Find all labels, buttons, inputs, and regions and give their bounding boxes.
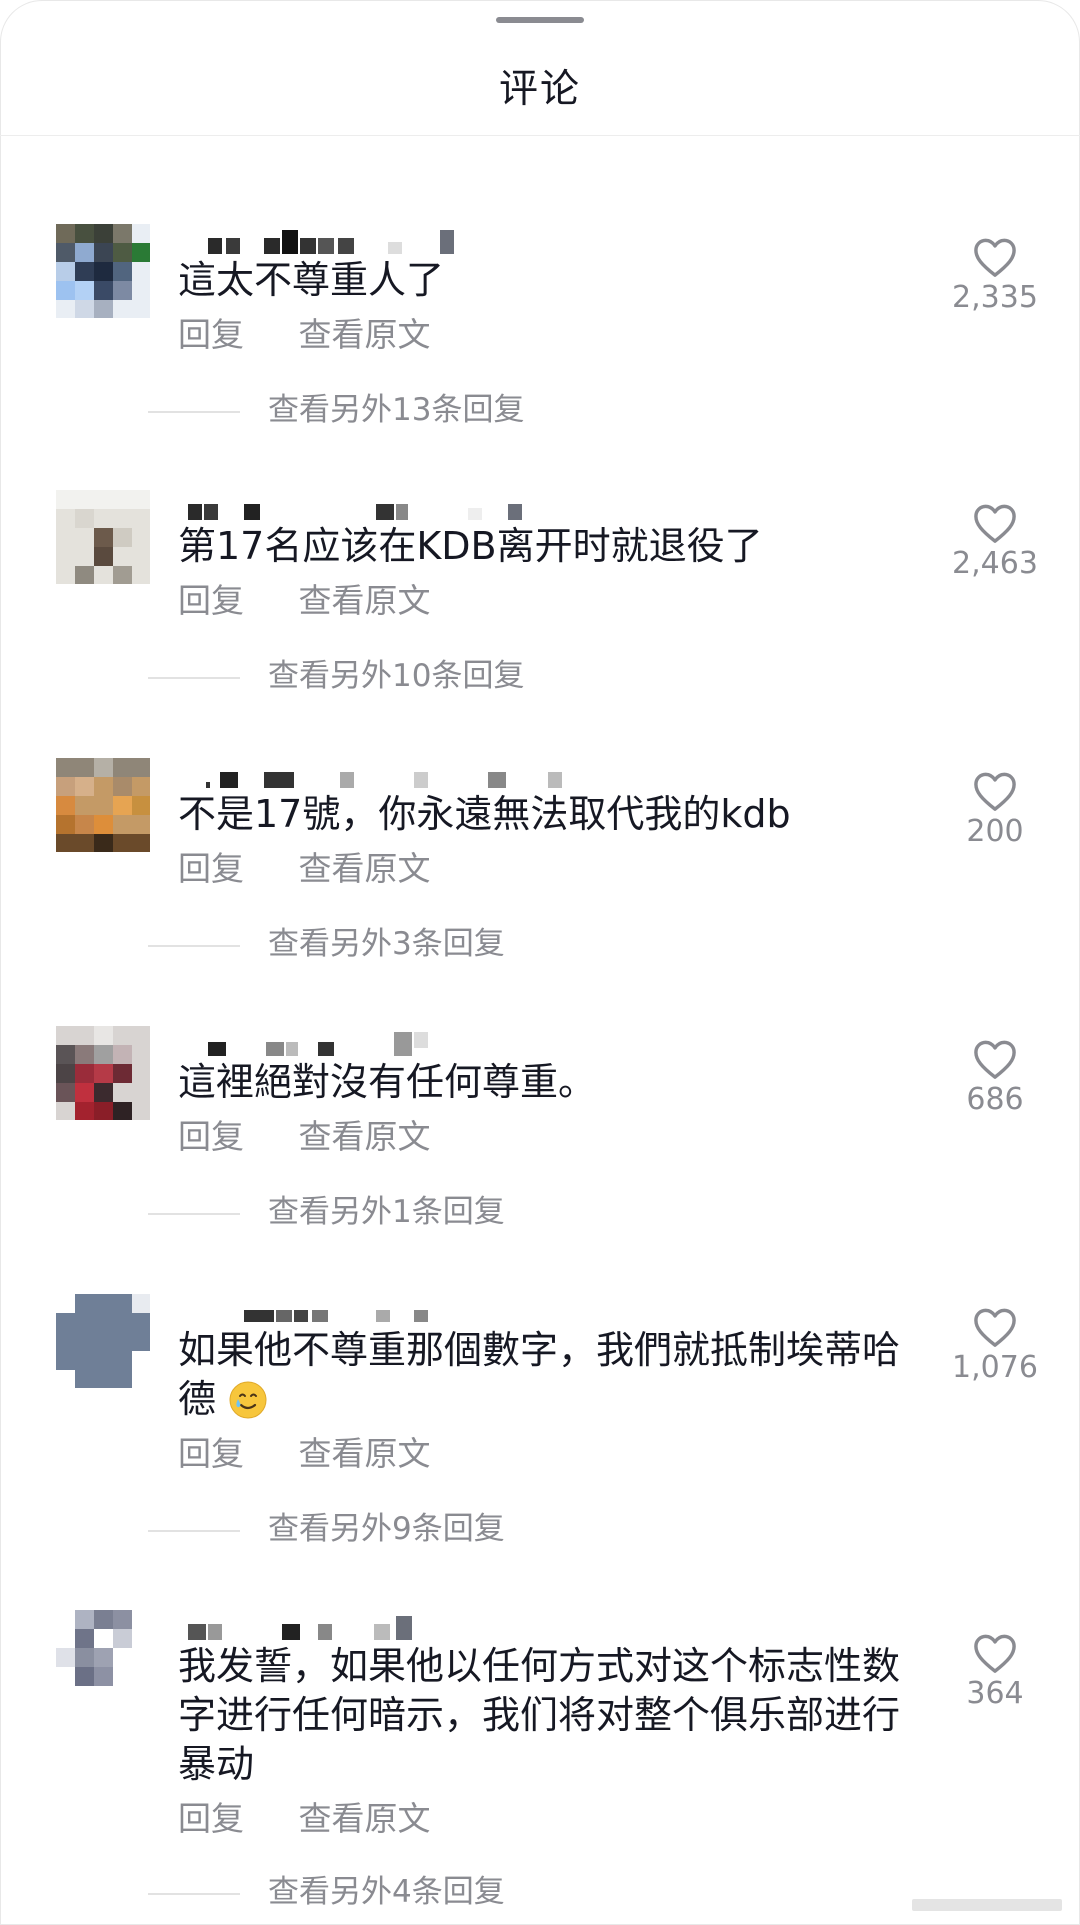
avatar[interactable] bbox=[56, 758, 150, 852]
like-button[interactable]: 2,463 bbox=[940, 502, 1050, 581]
avatar[interactable] bbox=[56, 1610, 150, 1704]
comment-text: 這太不尊重人了 bbox=[178, 258, 445, 302]
header-divider bbox=[0, 135, 1080, 136]
reply-button[interactable]: 回复 bbox=[178, 1110, 244, 1158]
view-original-button[interactable]: 查看原文 bbox=[299, 574, 431, 622]
view-more-replies-label: 查看另外13条回复 bbox=[268, 392, 525, 428]
view-more-replies-label: 查看另外3条回复 bbox=[268, 926, 505, 962]
comment-actions: 回复 查看原文 bbox=[178, 574, 475, 622]
reply-button[interactable]: 回复 bbox=[178, 308, 244, 356]
like-count: 686 bbox=[966, 1082, 1024, 1117]
avatar[interactable] bbox=[56, 490, 150, 584]
view-more-replies[interactable]: 查看另外1条回复 bbox=[148, 1186, 505, 1231]
replies-divider-line bbox=[148, 1529, 240, 1532]
view-original-button[interactable]: 查看原文 bbox=[299, 1427, 431, 1475]
comment-text: 我发誓，如果他以任何方式对这个标志性数字进行任何暗示，我们将对整个俱乐部进行暴动 bbox=[178, 1644, 901, 1786]
heart-outline-icon bbox=[974, 504, 1016, 543]
view-more-replies-label: 查看另外1条回复 bbox=[268, 1194, 505, 1230]
view-more-replies-label: 查看另外4条回复 bbox=[268, 1874, 505, 1910]
heart-outline-icon bbox=[974, 238, 1016, 277]
like-button[interactable]: 200 bbox=[940, 770, 1050, 849]
comment-text: 不是17號，你永遠無法取代我的kdb bbox=[178, 792, 791, 836]
heart-outline-icon bbox=[974, 1308, 1016, 1347]
reply-button[interactable]: 回复 bbox=[178, 574, 244, 622]
comment-actions: 回复 查看原文 bbox=[178, 1792, 475, 1840]
view-more-replies[interactable]: 查看另外10条回复 bbox=[148, 650, 524, 695]
replies-divider-line bbox=[148, 944, 240, 947]
replies-divider-line bbox=[148, 676, 240, 679]
like-count: 2,463 bbox=[952, 546, 1038, 581]
view-original-button[interactable]: 查看原文 bbox=[299, 1792, 431, 1840]
comment-actions: 回复 查看原文 bbox=[178, 308, 475, 356]
like-button[interactable]: 364 bbox=[940, 1632, 1050, 1711]
comment-actions: 回复 查看原文 bbox=[178, 1110, 475, 1158]
like-button[interactable]: 2,335 bbox=[940, 236, 1050, 315]
like-count: 2,335 bbox=[952, 280, 1038, 315]
watermark bbox=[912, 1899, 1062, 1911]
comment-text: 第17名应该在KDB离开时就退役了 bbox=[178, 524, 763, 568]
replies-divider-line bbox=[148, 1212, 240, 1215]
like-button[interactable]: 1,076 bbox=[940, 1306, 1050, 1385]
replies-divider-line bbox=[148, 410, 240, 413]
comment-actions: 回复 查看原文 bbox=[178, 1427, 475, 1475]
view-more-replies-label: 查看另外10条回复 bbox=[268, 658, 525, 694]
like-count: 364 bbox=[966, 1676, 1024, 1711]
comment-actions: 回复 查看原文 bbox=[178, 842, 475, 890]
view-original-button[interactable]: 查看原文 bbox=[299, 1110, 431, 1158]
view-more-replies-label: 查看另外9条回复 bbox=[268, 1511, 505, 1547]
comments-sheet: 评论 這太不尊重人了 回复 查看原文 查看另外13条回复 2,335 第17名应… bbox=[0, 0, 1080, 1925]
avatar[interactable] bbox=[56, 224, 150, 318]
view-more-replies[interactable]: 查看另外4条回复 bbox=[148, 1866, 505, 1911]
reply-button[interactable]: 回复 bbox=[178, 842, 244, 890]
heart-outline-icon bbox=[974, 1040, 1016, 1079]
comment-text-content: 如果他不尊重那個數字，我們就抵制埃蒂哈德 bbox=[178, 1328, 901, 1421]
view-more-replies[interactable]: 查看另外9条回复 bbox=[148, 1503, 505, 1548]
heart-outline-icon bbox=[974, 1634, 1016, 1673]
replies-divider-line bbox=[148, 1892, 240, 1895]
like-count: 1,076 bbox=[952, 1350, 1038, 1385]
comment-text: 如果他不尊重那個數字，我們就抵制埃蒂哈德 bbox=[178, 1326, 918, 1424]
avatar[interactable] bbox=[56, 1026, 150, 1120]
view-more-replies[interactable]: 查看另外13条回复 bbox=[148, 384, 524, 429]
sheet-title: 评论 bbox=[498, 67, 581, 112]
view-original-button[interactable]: 查看原文 bbox=[299, 842, 431, 890]
avatar[interactable] bbox=[56, 1294, 150, 1388]
view-original-button[interactable]: 查看原文 bbox=[299, 308, 431, 356]
reply-button[interactable]: 回复 bbox=[178, 1427, 244, 1475]
comment-text: 這裡絕對沒有任何尊重。 bbox=[178, 1060, 597, 1104]
view-more-replies[interactable]: 查看另外3条回复 bbox=[148, 918, 505, 963]
reply-button[interactable]: 回复 bbox=[178, 1792, 244, 1840]
drag-handle[interactable] bbox=[496, 17, 584, 23]
like-count: 200 bbox=[966, 814, 1024, 849]
heart-outline-icon bbox=[974, 772, 1016, 811]
like-button[interactable]: 686 bbox=[940, 1038, 1050, 1117]
smiling-face-with-tear-emoji bbox=[229, 1381, 267, 1419]
